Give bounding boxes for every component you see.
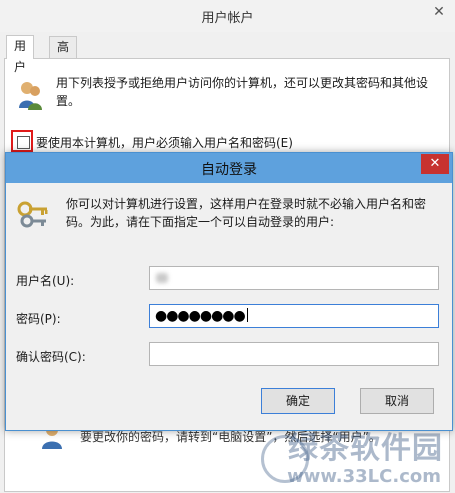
user-accounts-title: 用户帐户 — [201, 11, 254, 26]
password-label: 密码(P): — [16, 312, 61, 326]
keys-icon — [17, 201, 48, 228]
require-login-label[interactable]: 要使用本计算机，用户必须输入用户名和密码(E) — [36, 134, 293, 151]
auto-login-title: 自动登录 — [201, 162, 257, 178]
site-watermark: 绿茶软件园 www.33LC.com — [261, 431, 451, 491]
text-caret — [246, 308, 248, 322]
auto-login-titlebar: 自动登录 ✕ — [6, 153, 452, 183]
close-button[interactable]: ✕ — [421, 154, 449, 174]
password-input[interactable]: ●●●●●●●● — [149, 304, 439, 328]
user-accounts-close-button[interactable]: ✕ — [423, 0, 455, 24]
user-accounts-titlebar: 用户帐户 ✕ — [0, 0, 455, 32]
password-value: ●●●●●●●● — [155, 308, 246, 324]
blurred-username — [156, 273, 168, 283]
cancel-button[interactable]: 取消 — [360, 388, 434, 414]
auto-login-description: 你可以对计算机进行设置，这样用户在登录时就不必输入用户名和密码。为此，请在下面指… — [66, 197, 427, 229]
require-login-checkbox-highlight — [11, 130, 33, 152]
auto-login-dialog: 自动登录 ✕ 你可以对计算机进行设置，这样用户在登录时就不必输入用户名和密码。为… — [5, 152, 453, 431]
intro-text: 用下列表授予或拒绝用户访问你的计算机，还可以更改其密码和其他设置。 — [56, 76, 429, 108]
username-input[interactable] — [149, 266, 439, 290]
confirm-password-label: 确认密码(C): — [16, 350, 86, 364]
tab-advanced[interactable]: 高级 — [49, 36, 78, 75]
auto-login-body: 你可以对计算机进行设置，这样用户在登录时就不必输入用户名和密码。为此，请在下面指… — [6, 183, 452, 430]
ok-button[interactable]: 确定 — [261, 388, 335, 414]
require-login-checkbox[interactable] — [17, 136, 30, 149]
tab-users[interactable]: 用户 — [6, 35, 35, 74]
username-label: 用户名(U): — [16, 274, 75, 288]
watermark-url: www.33LC.com — [287, 466, 441, 487]
users-icon — [19, 82, 42, 110]
confirm-password-input[interactable] — [149, 342, 439, 366]
